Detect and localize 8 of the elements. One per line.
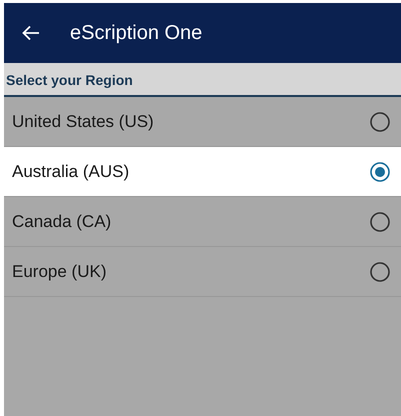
radio-button[interactable] [369,160,391,182]
app-title: eScription One [70,22,202,44]
radio-button[interactable] [369,110,391,132]
region-option[interactable]: Australia (AUS) [4,147,401,196]
back-arrow-icon[interactable] [22,25,40,41]
section-title: Select your Region [6,72,133,88]
radio-button[interactable] [369,260,391,282]
radio-button[interactable] [369,210,391,232]
